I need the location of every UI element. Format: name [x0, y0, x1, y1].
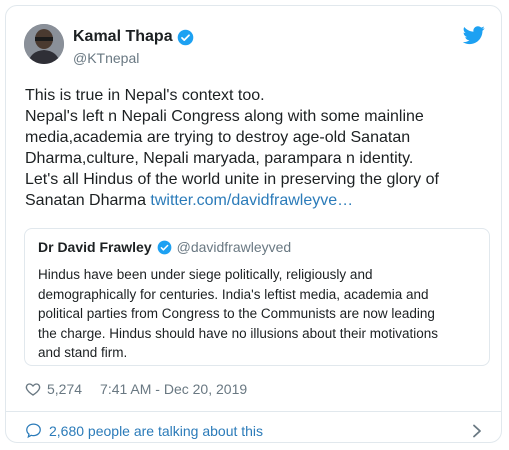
talking-count[interactable]: 2,680 people are talking about this [49, 423, 263, 439]
like-count[interactable]: 5,274 [47, 381, 82, 397]
tweet-timestamp[interactable]: 7:41 AM - Dec 20, 2019 [100, 381, 247, 397]
tweet-line: Nepal's left n Nepali Congress along wit… [25, 108, 424, 125]
avatar[interactable] [24, 24, 64, 64]
conversation-link[interactable]: 2,680 people are talking about this [25, 422, 263, 439]
quoted-line: the charge. Hindus should have no illusi… [38, 325, 438, 341]
speech-bubble-icon [26, 423, 41, 439]
tweet-link[interactable]: twitter.com/davidfrawleyve… [150, 192, 353, 209]
quoted-author-handle: @davidfrawleyved [176, 239, 292, 255]
twitter-bird-icon[interactable] [463, 24, 485, 46]
quoted-author-name: Dr David Frawley [38, 239, 152, 255]
tweet-line: media,academia are trying to destroy age… [25, 129, 411, 146]
heart-icon[interactable] [25, 381, 41, 397]
profile-photo-icon [24, 24, 64, 64]
quoted-line: demographically for centuries. India's l… [38, 286, 429, 302]
tweet-line: Let's all Hindus of the world unite in p… [25, 171, 439, 188]
chevron-right-icon[interactable] [471, 424, 483, 438]
verified-badge-icon [157, 240, 171, 254]
quoted-tweet[interactable]: Dr David Frawley @davidfrawleyved Hindus… [24, 228, 490, 366]
embedded-tweet-card: Kamal Thapa @KTnepal This is true in Nep… [5, 5, 502, 443]
verified-badge-icon [177, 29, 193, 45]
quoted-line: Hindus have been under siege politically… [38, 267, 373, 282]
tweet-line-last: Sanatan Dharma twitter.com/davidfrawleyv… [25, 190, 495, 211]
tweet-text: This is true in Nepal's context too. Nep… [25, 85, 495, 211]
quoted-header: Dr David Frawley @davidfrawleyved [38, 239, 291, 255]
quoted-line: and stand firm. [38, 345, 128, 360]
author-name[interactable]: Kamal Thapa [73, 28, 173, 46]
tweet-meta: 5,274 7:41 AM - Dec 20, 2019 [25, 381, 247, 397]
author-handle[interactable]: @KTnepal [73, 50, 139, 66]
tweet-line: This is true in Nepal's context too. [25, 87, 265, 104]
tweet-line: Dharma,culture, Nepali maryada, parampar… [25, 150, 414, 167]
divider [6, 411, 501, 412]
tweet-line-text: Sanatan Dharma [25, 192, 151, 209]
author-name-row[interactable]: Kamal Thapa [73, 28, 194, 46]
quoted-text: Hindus have been under siege politically… [38, 265, 484, 363]
quoted-line: political parties from Congress to the C… [38, 306, 435, 321]
